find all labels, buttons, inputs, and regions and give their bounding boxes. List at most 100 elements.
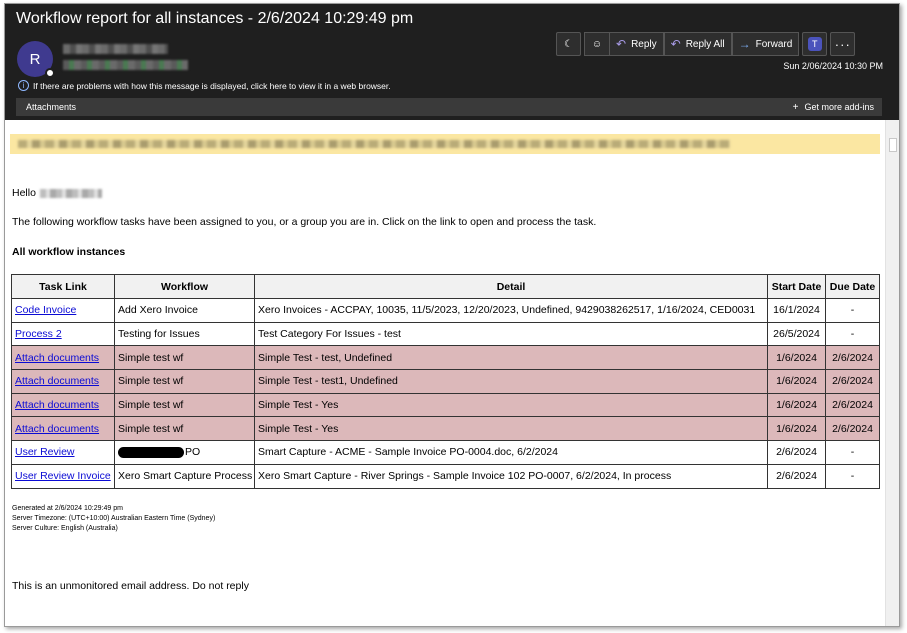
closing-text: This is an unmonitored email address. Do…: [12, 580, 249, 592]
detail-cell: Xero Smart Capture - River Springs - Sam…: [254, 463, 768, 489]
greeting-text: Hello: [12, 187, 36, 199]
due-date-cell: -: [825, 321, 880, 347]
forward-label: Forward: [755, 38, 793, 50]
due-date-cell: -: [825, 298, 880, 323]
teams-icon: T: [807, 37, 822, 51]
column-header-start-date: Start Date: [767, 274, 826, 299]
detail-cell: Simple Test - test, Undefined: [254, 345, 768, 371]
due-date-cell: 2/6/2024: [825, 345, 880, 371]
start-date-cell: 2/6/2024: [767, 463, 826, 489]
table-row: User Review Invoice Xero Smart Capture P…: [11, 463, 880, 489]
task-link[interactable]: Attach documents: [15, 352, 99, 364]
info-bar[interactable]: i If there are problems with how this me…: [18, 80, 391, 91]
task-cell: Attach documents: [11, 392, 115, 418]
task-cell: Attach documents: [11, 416, 115, 442]
task-link[interactable]: Attach documents: [15, 399, 99, 411]
start-date-cell: 1/6/2024: [767, 416, 826, 442]
due-date-cell: 2/6/2024: [825, 369, 880, 394]
table-row: User Review PO Smart Capture - ACME - Sa…: [11, 440, 880, 465]
info-icon: i: [18, 80, 29, 91]
avatar-initial: R: [29, 50, 41, 68]
start-date-cell: 1/6/2024: [767, 369, 826, 394]
detail-cell: Smart Capture - ACME - Sample Invoice PO…: [254, 440, 768, 465]
sender-name-redacted: [63, 44, 168, 54]
due-date-cell: -: [825, 463, 880, 489]
workflow-name-redacted: [118, 447, 184, 459]
start-date-cell: 2/6/2024: [767, 440, 826, 465]
table-row-overdue: Attach documents Simple test wf Simple T…: [11, 369, 880, 394]
task-cell: User Review: [11, 440, 115, 465]
reply-label: Reply: [631, 38, 657, 50]
task-link[interactable]: Process 2: [15, 328, 62, 340]
reaction-button[interactable]: ☺: [584, 32, 609, 56]
workflow-suffix: PO: [185, 446, 201, 459]
attachments-bar: Attachments + Get more add-ins: [16, 98, 882, 116]
due-date-cell: 2/6/2024: [825, 392, 880, 418]
workflow-table: Task Link Workflow Detail Start Date Due…: [11, 274, 880, 489]
dark-mode-button[interactable]: ☾: [556, 32, 581, 56]
sender-address-redacted: [63, 60, 188, 70]
task-link[interactable]: Attach documents: [15, 375, 99, 387]
table-header-row: Task Link Workflow Detail Start Date Due…: [11, 274, 880, 299]
attachments-label[interactable]: Attachments: [26, 102, 76, 112]
start-date-cell: 16/1/2024: [767, 298, 826, 323]
reply-all-label: Reply All: [685, 38, 725, 50]
task-link[interactable]: Attach documents: [15, 423, 99, 435]
detail-cell: Xero Invoices - ACCPAY, 10035, 11/5/2023…: [254, 298, 768, 323]
reply-all-button[interactable]: ↶ Reply All: [663, 32, 732, 56]
server-info: Generated at 2/6/2024 10:29:49 pm Server…: [12, 504, 215, 534]
emoji-icon: ☺: [591, 38, 603, 50]
task-cell: Code Invoice: [11, 298, 115, 323]
email-body: Hello The following workflow tasks have …: [5, 120, 885, 626]
generated-at: Generated at 2/6/2024 10:29:49 pm: [12, 505, 123, 512]
response-button-group: ☺ ↶ Reply ↶ Reply All → Forward: [584, 32, 800, 56]
more-icon: ···: [834, 36, 851, 52]
table-row-overdue: Attach documents Simple test wf Simple T…: [11, 345, 880, 371]
start-date-cell: 1/6/2024: [767, 392, 826, 418]
server-culture: Server Culture: English (Australia): [12, 525, 118, 532]
greeting: Hello: [12, 187, 102, 199]
due-date-cell: 2/6/2024: [825, 416, 880, 442]
detail-cell: Simple Test - Yes: [254, 416, 768, 442]
info-bar-text: If there are problems with how this mess…: [33, 80, 391, 91]
scrollbar-thumb[interactable]: [889, 138, 897, 152]
received-date: Sun 2/06/2024 10:30 PM: [783, 61, 883, 71]
start-date-cell: 1/6/2024: [767, 345, 826, 371]
table-row-overdue: Attach documents Simple test wf Simple T…: [11, 392, 880, 418]
task-link[interactable]: User Review Invoice: [15, 470, 111, 482]
task-link[interactable]: Code Invoice: [15, 304, 76, 316]
table-row-overdue: Attach documents Simple test wf Simple T…: [11, 416, 880, 442]
column-header-due-date: Due Date: [825, 274, 880, 299]
task-link[interactable]: User Review: [15, 446, 75, 458]
server-timezone: Server Timezone: (UTC+10:00) Australian …: [12, 515, 216, 522]
get-add-ins-label: Get more add-ins: [804, 101, 874, 112]
table-row: Process 2 Testing for Issues Test Catego…: [11, 321, 880, 347]
task-cell: User Review Invoice: [11, 463, 115, 489]
column-header-task-link: Task Link: [11, 274, 115, 299]
reply-arrow-icon: ↶: [616, 37, 627, 51]
section-title: All workflow instances: [12, 246, 126, 258]
workflow-cell: PO: [114, 440, 255, 465]
due-date-cell: -: [825, 440, 880, 465]
start-date-cell: 26/5/2024: [767, 321, 826, 347]
get-add-ins-button[interactable]: + Get more add-ins: [793, 102, 874, 113]
task-cell: Attach documents: [11, 345, 115, 371]
workflow-cell: Xero Smart Capture Process: [114, 463, 255, 489]
forward-arrow-icon: →: [738, 37, 751, 51]
vertical-scrollbar[interactable]: [885, 120, 899, 626]
reply-button[interactable]: ↶ Reply: [609, 32, 664, 56]
recipient-name-redacted: [39, 188, 102, 198]
email-subject: Workflow report for all instances - 2/6/…: [16, 10, 414, 27]
more-actions-button[interactable]: ···: [830, 32, 856, 56]
moon-icon: ☾: [564, 38, 573, 50]
detail-cell: Simple Test - Yes: [254, 392, 768, 418]
table-row: Code Invoice Add Xero Invoice Xero Invoi…: [11, 298, 880, 323]
forward-button[interactable]: → Forward: [731, 32, 800, 56]
email-header: Workflow report for all instances - 2/6/…: [5, 4, 899, 120]
teams-button[interactable]: T: [802, 32, 828, 56]
reply-all-arrow-icon: ↶: [670, 37, 681, 51]
workflow-cell: Testing for Issues: [114, 321, 255, 347]
column-header-detail: Detail: [254, 274, 768, 299]
notice-banner-text-redacted: [18, 140, 730, 148]
workflow-cell: Simple test wf: [114, 345, 255, 371]
